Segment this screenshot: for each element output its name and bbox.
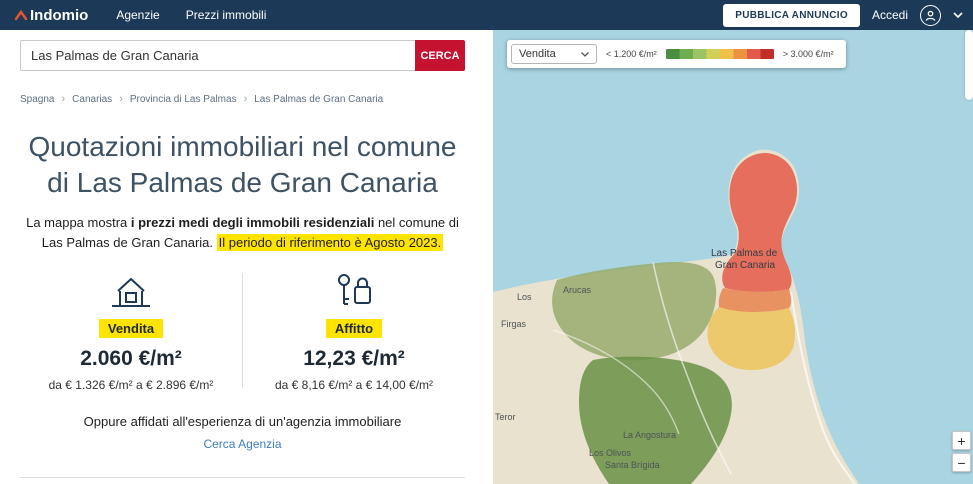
rent-label: Affitto	[325, 319, 383, 338]
zoom-out-button[interactable]: −	[952, 453, 971, 472]
search-button[interactable]: CERCA	[415, 40, 465, 71]
map-label-la-angostura: La Angostura	[623, 430, 676, 440]
legend-max-label: > 3.000 €/m²	[782, 49, 834, 59]
map-svg[interactable]: Las Palmas de Gran Canaria Arucas Los Fi…	[493, 30, 973, 484]
rent-range: da € 8,16 €/m² a € 14,00 €/m²	[274, 378, 434, 392]
intro-bold: i prezzi medi degli immobili residenzial…	[130, 215, 375, 230]
map-label-firgas: Firgas	[501, 319, 527, 329]
breadcrumb-separator-icon: ›	[119, 93, 123, 105]
map-label-los: Los	[517, 292, 532, 302]
page: Indomio Agenzie Prezzi immobili PUBBLICA…	[0, 0, 973, 484]
map-label-arucas: Arucas	[563, 285, 592, 295]
sale-stat: Vendita 2.060 €/m² da € 1.326 €/m² a € 2…	[20, 269, 242, 392]
header: Indomio Agenzie Prezzi immobili PUBBLICA…	[0, 0, 973, 30]
sale-price: 2.060 €/m²	[80, 347, 182, 370]
search-input[interactable]	[20, 40, 415, 71]
search-bar: CERCA	[20, 40, 465, 71]
avatar-icon[interactable]	[920, 4, 941, 26]
sale-range: da € 1.326 €/m² a € 2.896 €/m²	[48, 378, 214, 392]
legend-gradient-bar	[665, 49, 774, 59]
logo[interactable]: Indomio	[14, 7, 88, 24]
legend-min-label: < 1.200 €/m²	[606, 49, 657, 59]
zoom-in-button[interactable]: +	[952, 431, 971, 450]
price-type-select[interactable]: Vendita	[511, 44, 597, 64]
breadcrumb-spagna[interactable]: Spagna	[20, 94, 54, 105]
breadcrumb-current: Las Palmas de Gran Canaria	[254, 93, 384, 105]
key-icon	[333, 269, 375, 311]
breadcrumb-separator-icon: ›	[243, 93, 248, 105]
logo-text: Indomio	[30, 6, 89, 24]
publish-listing-button[interactable]: PUBBLICA ANNUNCIO	[723, 3, 860, 27]
nav-item-prezzi-immobili[interactable]: Prezzi immobili	[186, 8, 267, 22]
page-title: Quotazioni immobiliari nel comune di Las…	[28, 131, 457, 198]
rent-stat: Affitto 12,23 €/m² da € 8,16 €/m² a € 14…	[243, 269, 465, 392]
map-label-santa-brigida: Santa Brígida	[605, 460, 660, 470]
chevron-down-icon	[581, 51, 589, 57]
breadcrumb-canarias[interactable]: Canarias	[72, 94, 112, 105]
map-label-los-olivos: Los Olivos	[589, 448, 632, 458]
map-label-city-line1: Las Palmas de	[711, 248, 778, 259]
intro-part-1: La mappa mostra	[26, 215, 131, 230]
chevron-down-icon[interactable]	[953, 12, 963, 18]
intro-text: La mappa mostra i prezzi medi degli immo…	[20, 213, 465, 253]
breadcrumb-provincia[interactable]: Provincia di Las Palmas	[130, 94, 237, 105]
price-stats: Vendita 2.060 €/m² da € 1.326 €/m² a € 2…	[20, 269, 465, 392]
map-zoom-controls: + −	[952, 431, 971, 472]
rent-price: 12,23 €/m²	[303, 347, 405, 370]
price-type-value: Vendita	[519, 48, 556, 60]
map-panel: Las Palmas de Gran Canaria Arucas Los Fi…	[493, 30, 973, 484]
agency-search-link[interactable]: Cerca Agenzia	[20, 437, 465, 451]
map-label-city-line2: Gran Canaria	[715, 260, 775, 271]
logo-roof-icon	[14, 9, 30, 21]
login-link[interactable]: Accedi	[872, 8, 908, 22]
main-nav: Agenzie Prezzi immobili	[116, 8, 266, 22]
house-icon	[108, 269, 154, 311]
sale-label: Vendita	[98, 319, 164, 338]
map-filter-bar: Vendita < 1.200 €/m² > 3.000 €/m²	[507, 40, 846, 68]
divider	[20, 477, 465, 478]
quotes-panel: CERCA Spagna › Canarias › Provincia di L…	[0, 30, 493, 484]
intro-highlight: Il periodo di riferimento è Agosto 2023.	[216, 234, 444, 251]
breadcrumb: Spagna › Canarias › Provincia di Las Pal…	[20, 93, 465, 105]
map-label-teror: Teror	[495, 412, 516, 422]
scrollbar-thumb[interactable]	[965, 30, 973, 100]
agency-text: Oppure affidati all'esperienza di un'age…	[83, 414, 402, 429]
nav-item-agenzie[interactable]: Agenzie	[116, 8, 159, 22]
breadcrumb-separator-icon: ›	[61, 93, 66, 105]
